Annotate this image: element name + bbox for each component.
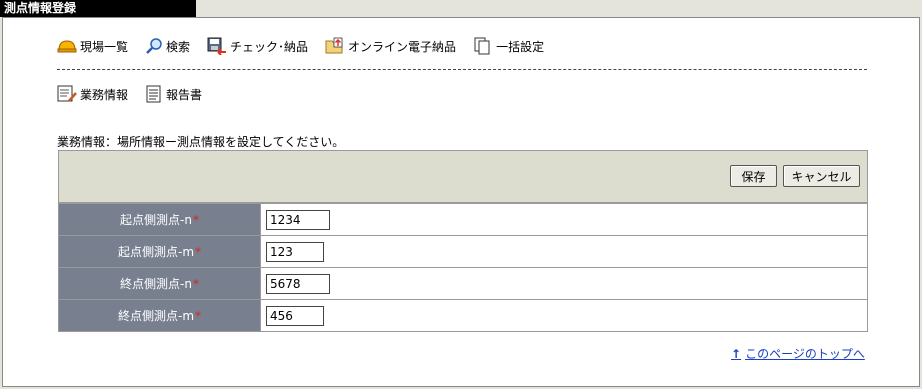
field-label-text: 終点側測点-n: [120, 277, 192, 291]
documents-icon: [474, 37, 490, 55]
nav-label: 現場一覧: [80, 39, 129, 54]
survey-point-form: 保存 キャンセル 起点側測点-n* 起点側測点-m* 終点側測点-n*: [58, 150, 868, 332]
required-mark: *: [195, 244, 202, 259]
nav-divider: [57, 69, 867, 70]
nav-label: オンライン電子納品: [348, 39, 457, 54]
form-row: 終点側測点-n *: [59, 267, 867, 299]
main-nav: 現場一覧 検索 チェック･納品 オンライン電子納品 一括設定: [57, 36, 561, 56]
secondary-nav: 業務情報 報告書: [57, 84, 219, 104]
end-point-m-input[interactable]: [266, 305, 324, 326]
form-row: 終点側測点-m *: [59, 299, 867, 331]
nav-label: 業務情報: [80, 87, 129, 102]
back-to-top-link[interactable]: ↑ このページのトップへ: [731, 345, 865, 362]
arrow-up-icon: ↑: [731, 346, 742, 361]
nav-item-business-info[interactable]: 業務情報: [57, 85, 128, 103]
main-panel: 現場一覧 検索 チェック･納品 オンライン電子納品 一括設定 業務情報 報告書 …: [2, 17, 920, 387]
field-value-cell: [261, 204, 867, 235]
start-point-m-input[interactable]: [266, 241, 324, 262]
field-label-text: 起点側測点-n: [120, 213, 192, 227]
field-label: 終点側測点-m *: [59, 300, 261, 331]
back-to-top-label: このページのトップへ: [745, 347, 865, 361]
required-mark: *: [192, 276, 199, 291]
field-label: 起点側測点-m *: [59, 236, 261, 267]
nav-item-report[interactable]: 報告書: [145, 85, 202, 103]
field-value-cell: [261, 300, 867, 331]
magnifier-icon: [146, 38, 162, 54]
field-value-cell: [261, 268, 867, 299]
nav-item-search[interactable]: 検索: [145, 37, 190, 55]
report-icon: [146, 85, 161, 103]
nav-item-online-delivery[interactable]: オンライン電子納品: [325, 37, 456, 55]
start-point-n-input[interactable]: [266, 209, 330, 230]
title-bar: 測点情報登録: [0, 0, 922, 17]
nav-label: 報告書: [166, 87, 203, 102]
edit-document-icon: [57, 85, 77, 102]
field-label-text: 終点側測点-m: [117, 309, 195, 323]
disk-arrow-icon: [207, 37, 227, 55]
nav-label: チェック･納品: [230, 39, 309, 54]
end-point-n-input[interactable]: [266, 273, 330, 294]
field-value-cell: [261, 236, 867, 267]
hardhat-icon: [57, 40, 77, 53]
window-title: 測点情報登録: [0, 0, 196, 17]
required-mark: *: [195, 308, 202, 323]
button-bar: 保存 キャンセル: [59, 151, 867, 203]
form-row: 起点側測点-n *: [59, 203, 867, 235]
form-row: 起点側測点-m *: [59, 235, 867, 267]
field-label: 終点側測点-n *: [59, 268, 261, 299]
field-label: 起点側測点-n *: [59, 204, 261, 235]
instruction-text: 業務情報：場所情報ー測点情報を設定してください。: [57, 135, 345, 149]
nav-label: 検索: [166, 39, 191, 54]
nav-item-batch-settings[interactable]: 一括設定: [473, 37, 544, 55]
nav-item-check-delivery[interactable]: チェック･納品: [207, 37, 308, 55]
required-mark: *: [192, 212, 199, 227]
nav-item-site-list[interactable]: 現場一覧: [57, 38, 128, 55]
save-button[interactable]: 保存: [730, 165, 777, 187]
cancel-button[interactable]: キャンセル: [783, 165, 860, 187]
field-label-text: 起点側測点-m: [117, 245, 195, 259]
nav-label: 一括設定: [496, 39, 545, 54]
folder-upload-icon: [325, 37, 343, 54]
